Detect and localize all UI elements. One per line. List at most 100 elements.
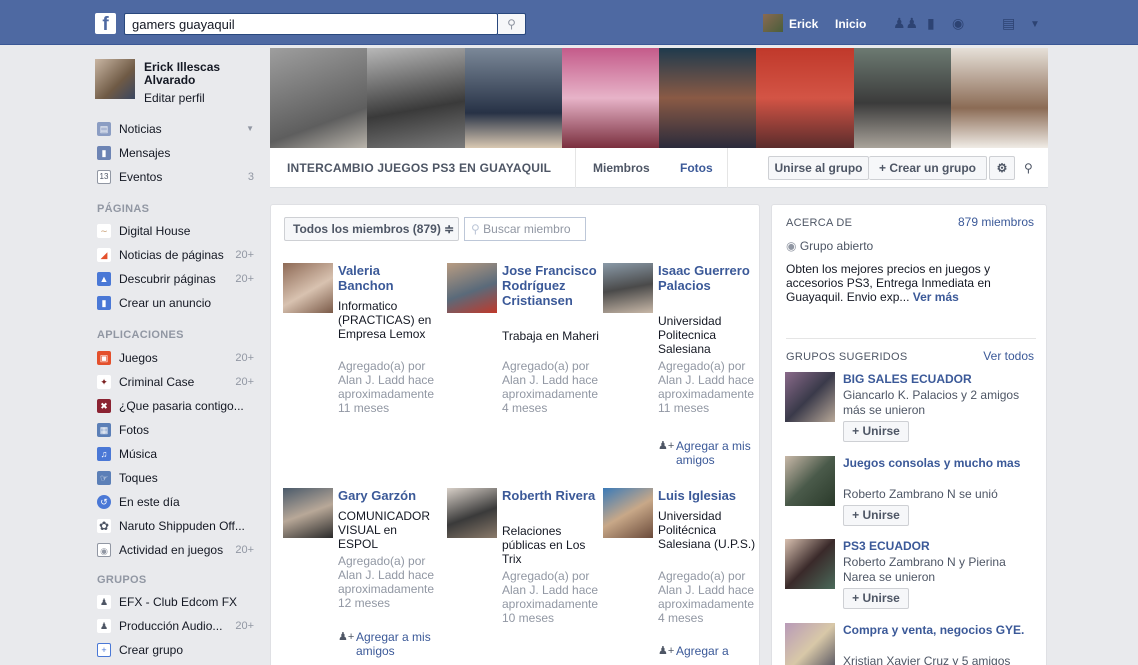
group-social-context: Roberto Zambrano N se unió bbox=[843, 487, 998, 501]
cover-photo-tile bbox=[756, 48, 854, 148]
sidebar-item-digital-house[interactable]: ∼ Digital House bbox=[95, 220, 260, 242]
pages-section-header: PÁGINAS bbox=[97, 203, 150, 215]
sidebar-item-quiz-app[interactable]: ✖ ¿Que pasaria contigo... bbox=[95, 395, 260, 417]
group-settings-gear-icon[interactable]: ⚙ bbox=[989, 156, 1015, 180]
member-avatar[interactable] bbox=[283, 488, 333, 538]
group-name-link[interactable]: BIG SALES ECUADOR bbox=[843, 372, 1033, 387]
user-avatar[interactable] bbox=[763, 14, 783, 32]
group-name-link[interactable]: Juegos consolas y mucho mas bbox=[843, 456, 1033, 471]
privacy-shortcuts-icon[interactable]: ▤ bbox=[1002, 16, 1015, 30]
group-thumbnail[interactable] bbox=[785, 372, 835, 422]
add-friend-button[interactable]: ♟+ Agregar a mis amigos bbox=[338, 630, 438, 658]
sidebar-item-create-group[interactable]: + Crear grupo bbox=[95, 639, 260, 661]
photos-icon: ▦ bbox=[97, 423, 111, 437]
sidebar-item-music[interactable]: ♫ Música bbox=[95, 443, 260, 465]
tab-members[interactable]: Miembros bbox=[593, 161, 650, 175]
home-link[interactable]: Inicio bbox=[835, 17, 866, 31]
see-more-link[interactable]: Ver más bbox=[913, 290, 959, 304]
search-button[interactable]: ⚲ bbox=[498, 13, 526, 35]
member-details: COMUNICADOR VISUAL en ESPOL bbox=[338, 509, 430, 551]
suggested-groups-header: GRUPOS SUGERIDOS bbox=[786, 351, 908, 363]
members-filter-dropdown[interactable]: Todos los miembros (879) ≑ bbox=[284, 217, 459, 241]
facebook-logo-icon[interactable]: f bbox=[95, 13, 116, 35]
group-title-link[interactable]: INTERCAMBIO JUEGOS PS3 EN GUAYAQUIL bbox=[287, 161, 551, 175]
add-friend-icon: ♟+ bbox=[338, 631, 355, 643]
quiz-app-icon: ✖ bbox=[97, 399, 111, 413]
see-all-link[interactable]: Ver todos bbox=[983, 349, 1034, 363]
member-avatar[interactable] bbox=[603, 488, 653, 538]
member-avatar[interactable] bbox=[603, 263, 653, 313]
sidebar-item-pokes[interactable]: ☞ Toques bbox=[95, 467, 260, 489]
member-details: Universidad Politecnica Salesiana bbox=[658, 314, 722, 356]
divider bbox=[786, 338, 1036, 339]
friend-requests-icon[interactable]: ♟♟ bbox=[893, 16, 918, 30]
join-group-button[interactable]: + Unirse bbox=[843, 588, 909, 609]
member-added-info: Agregado(a) por Alan J. Ladd hace aproxi… bbox=[338, 554, 435, 610]
sidebar-item-create-ad[interactable]: ▮ Crear un anuncio bbox=[95, 292, 260, 314]
member-avatar[interactable] bbox=[447, 263, 497, 313]
page-logo-icon: ∼ bbox=[97, 224, 111, 238]
games-icon: ▣ bbox=[97, 351, 111, 365]
member-name-link[interactable]: Gary Garzón bbox=[338, 488, 438, 503]
account-menu-chevron-icon[interactable]: ▼ bbox=[1030, 18, 1040, 32]
member-details: Trabaja en Maheri bbox=[502, 329, 599, 343]
member-name-link[interactable]: Roberth Rivera bbox=[502, 488, 602, 503]
sidebar-item-criminal-case[interactable]: ✦ Criminal Case 20+ bbox=[95, 371, 260, 393]
sidebar-item-news-feed[interactable]: ▤ Noticias ▼ bbox=[95, 118, 260, 140]
member-search-input[interactable]: ⚲ Buscar miembro bbox=[464, 217, 586, 241]
member-name-link[interactable]: Luis Iglesias bbox=[658, 488, 758, 503]
sidebar-item-efx-group[interactable]: ♟ EFX - Club Edcom FX bbox=[95, 591, 260, 613]
group-thumbnail[interactable] bbox=[785, 539, 835, 589]
profile-name-link[interactable]: Erick Illescas Alvarado bbox=[144, 61, 264, 87]
edit-profile-link[interactable]: Editar perfil bbox=[144, 91, 205, 105]
profile-link[interactable]: Erick bbox=[789, 17, 818, 31]
member-added-info: Agregado(a) por Alan J. Ladd hace aproxi… bbox=[658, 569, 755, 625]
members-count-link[interactable]: 879 miembros bbox=[958, 215, 1034, 229]
group-thumbnail[interactable] bbox=[785, 456, 835, 506]
member-details: Informatico (PRACTICAS) en Empresa Lemox bbox=[338, 299, 432, 341]
sidebar-item-game-activity[interactable]: ◉ Actividad en juegos 20+ bbox=[95, 539, 260, 561]
sidebar-item-photos[interactable]: ▦ Fotos bbox=[95, 419, 260, 441]
group-icon: ♟ bbox=[97, 619, 111, 633]
tab-photos[interactable]: Fotos bbox=[680, 161, 713, 175]
sidebar-item-pages-feed[interactable]: ◢ Noticias de páginas 20+ bbox=[95, 244, 260, 266]
chevron-down-icon[interactable]: ▼ bbox=[246, 118, 254, 140]
megaphone-icon: ◢ bbox=[97, 248, 111, 262]
sidebar-item-games[interactable]: ▣ Juegos 20+ bbox=[95, 347, 260, 369]
join-group-button[interactable]: Unirse al grupo bbox=[768, 156, 869, 180]
sidebar-item-audio-group[interactable]: ♟ Producción Audio... 20+ bbox=[95, 615, 260, 637]
group-name-link[interactable]: Compra y venta, negocios GYE. bbox=[843, 623, 1033, 638]
search-input[interactable] bbox=[132, 17, 462, 32]
about-header: ACERCA DE bbox=[786, 217, 853, 229]
member-name-link[interactable]: Isaac Guerrero Palacios bbox=[658, 263, 758, 293]
search-box[interactable] bbox=[124, 13, 498, 35]
sidebar-item-naruto[interactable]: ✿ Naruto Shippuden Off... bbox=[95, 515, 260, 537]
create-group-button[interactable]: + Crear un grupo bbox=[869, 156, 987, 180]
search-icon: ⚲ bbox=[471, 222, 480, 236]
profile-avatar[interactable] bbox=[95, 59, 135, 99]
messages-icon[interactable]: ▮ bbox=[927, 16, 935, 30]
add-friend-button[interactable]: ♟+ Agregar a mis amigos bbox=[658, 439, 758, 467]
about-panel: ACERCA DE 879 miembros ◉ Grupo abierto O… bbox=[771, 204, 1047, 665]
sidebar-item-messages[interactable]: ▮ Mensajes bbox=[95, 142, 260, 164]
group-cover-photo[interactable] bbox=[270, 48, 1048, 148]
sidebar-item-events[interactable]: 13 Eventos 3 bbox=[95, 166, 260, 188]
member-name-link[interactable]: Jose Francisco Rodríguez Cristiansen bbox=[502, 263, 602, 308]
group-search-icon[interactable]: ⚲ bbox=[1024, 161, 1033, 175]
join-group-button[interactable]: + Unirse bbox=[843, 505, 909, 526]
member-avatar[interactable] bbox=[283, 263, 333, 313]
notifications-globe-icon[interactable]: ◉ bbox=[952, 16, 964, 30]
poke-icon: ☞ bbox=[97, 471, 111, 485]
member-name-link[interactable]: Valeria Banchon bbox=[338, 263, 438, 293]
join-group-button[interactable]: + Unirse bbox=[843, 421, 909, 442]
sidebar-item-discover-pages[interactable]: ▲ Descubrir páginas 20+ bbox=[95, 268, 260, 290]
add-friend-button[interactable]: ♟+ Agregar a bbox=[658, 644, 758, 658]
sidebar-item-on-this-day[interactable]: ↺ En este día bbox=[95, 491, 260, 513]
member-added-info: Agregado(a) por Alan J. Ladd hace aproxi… bbox=[658, 359, 755, 415]
group-name-link[interactable]: PS3 ECUADOR bbox=[843, 539, 1033, 554]
cover-photo-tile bbox=[561, 48, 659, 148]
member-avatar[interactable] bbox=[447, 488, 497, 538]
group-thumbnail[interactable] bbox=[785, 623, 835, 665]
group-social-context: Giancarlo K. Palacios y 2 amigos más se … bbox=[843, 388, 1020, 417]
member-details: Universidad Politécnica Salesiana (U.P.S… bbox=[658, 509, 756, 551]
